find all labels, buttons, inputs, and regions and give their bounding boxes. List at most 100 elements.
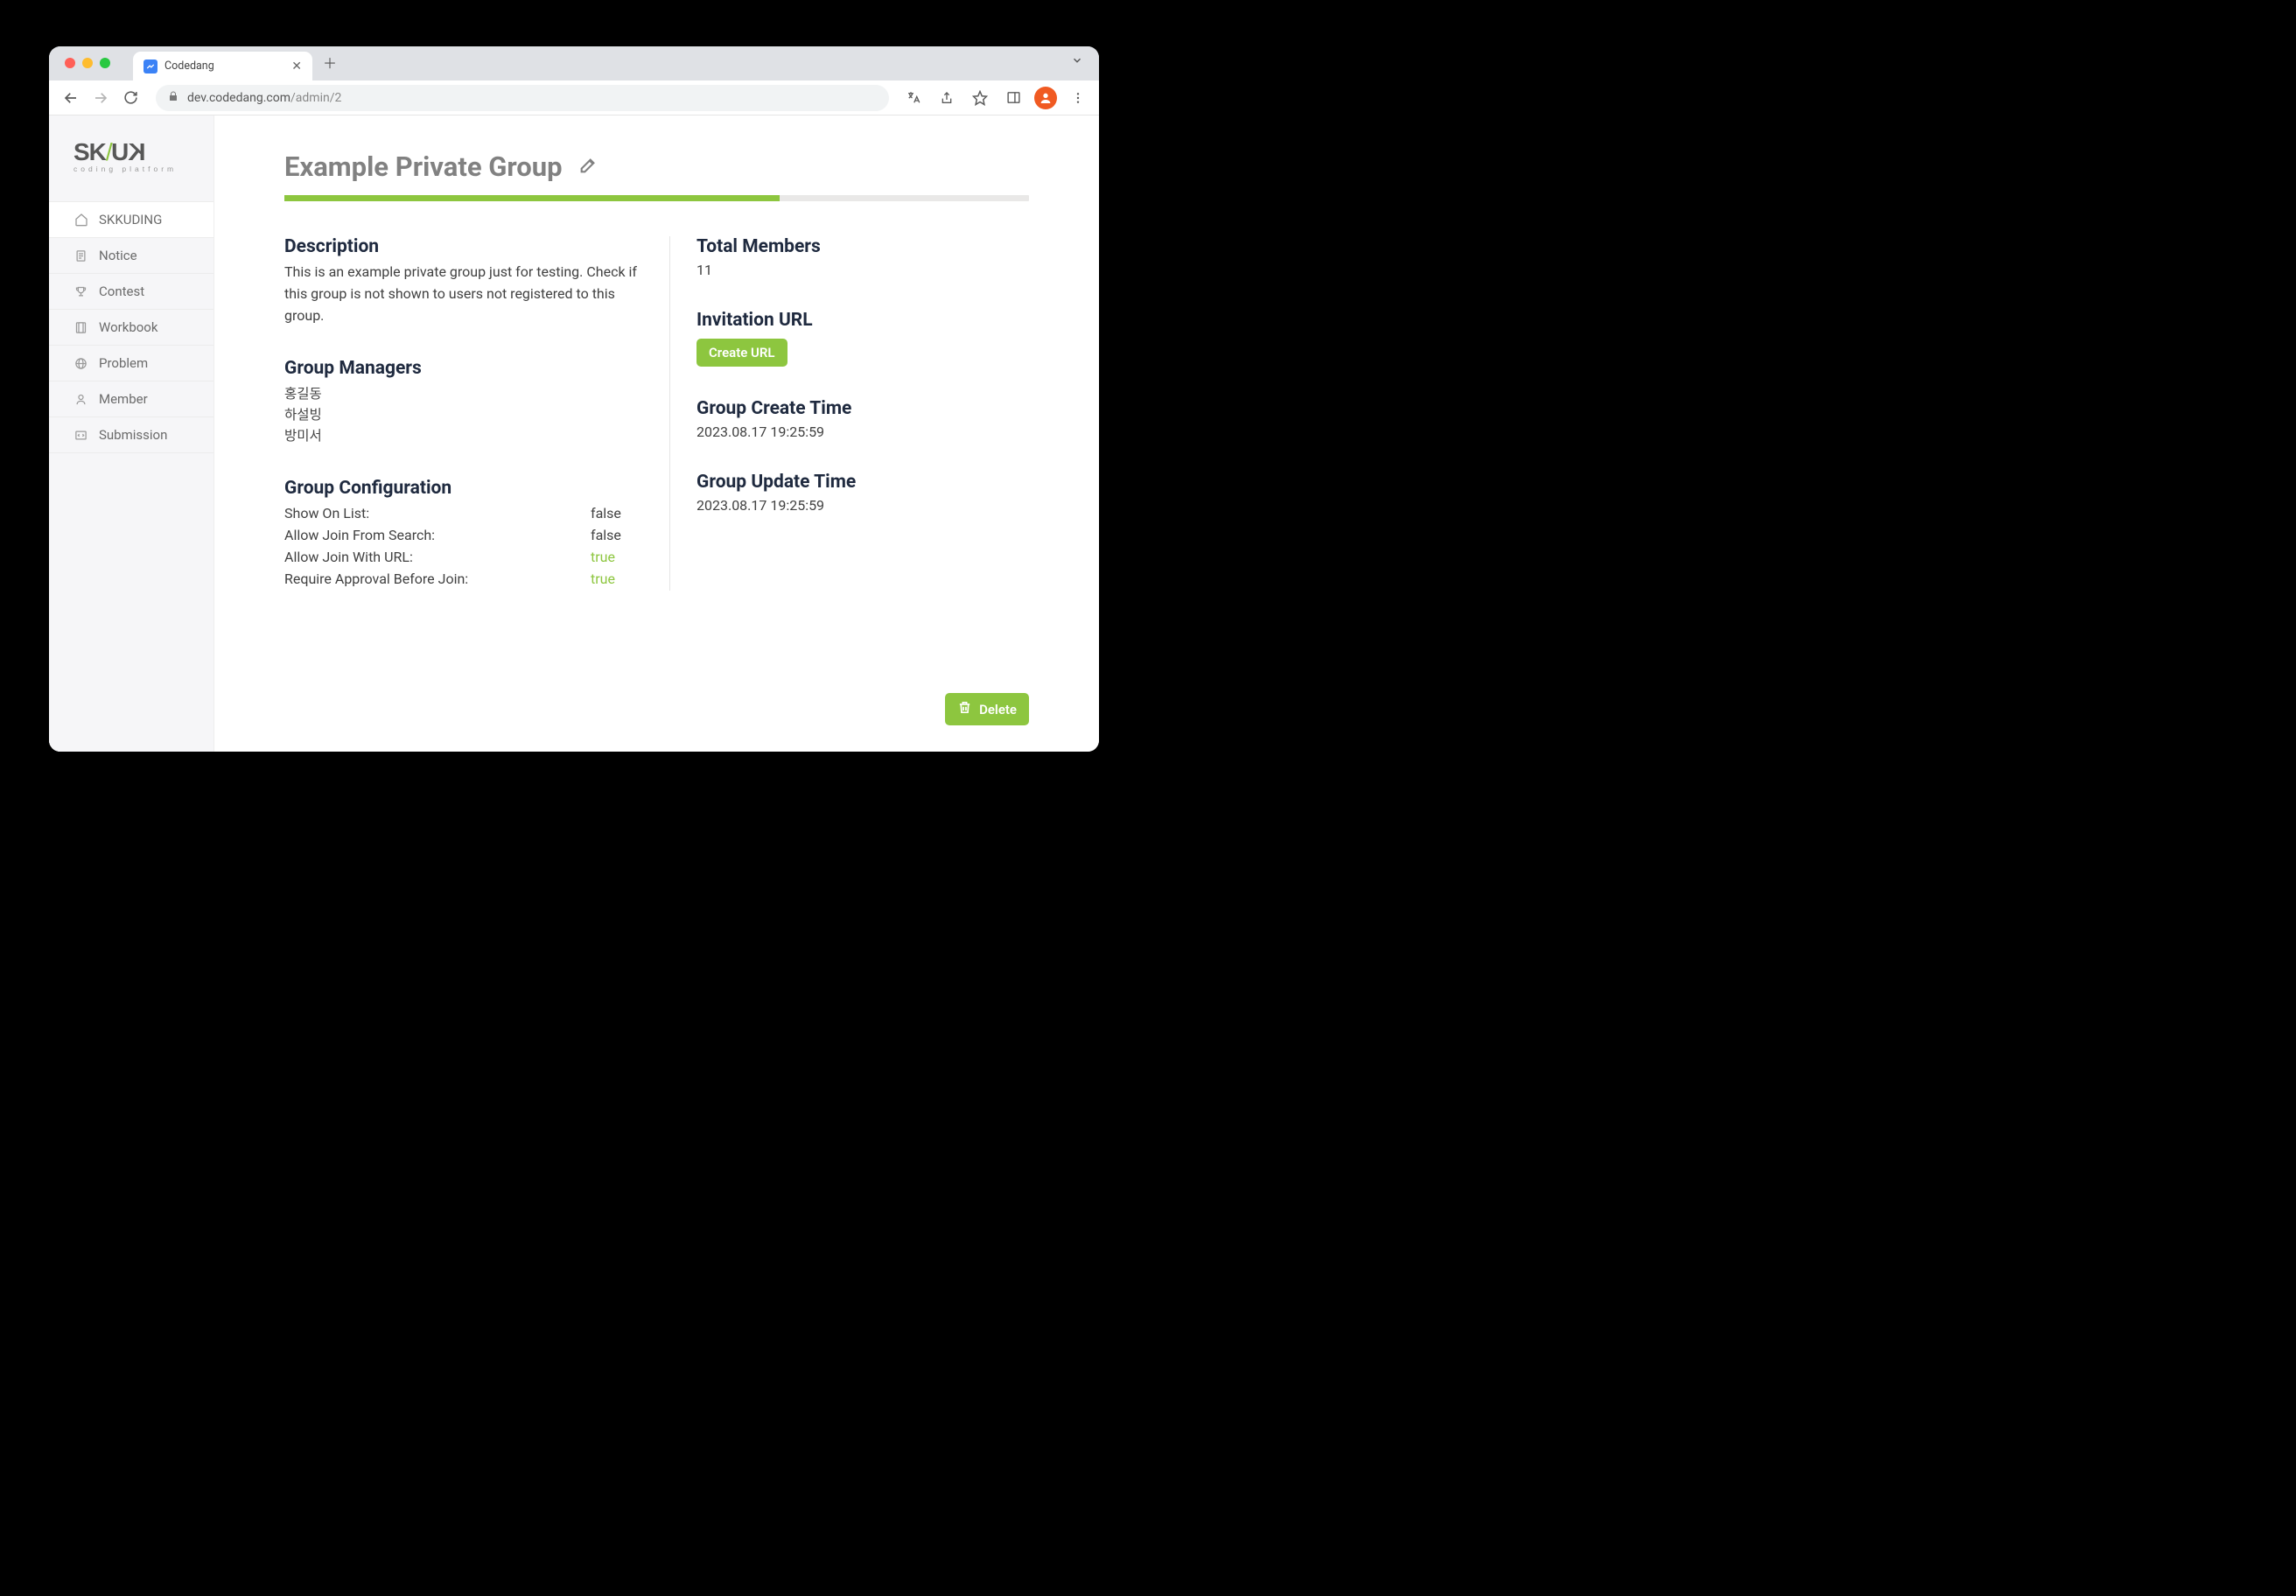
new-tab-button[interactable]: ＋ bbox=[323, 52, 337, 73]
config-table: Show On List:falseAllow Join From Search… bbox=[284, 503, 643, 590]
footer-actions: Delete bbox=[284, 649, 1029, 725]
sidebar: SK/KU coding platform SKKUDING Notice Co… bbox=[49, 116, 214, 752]
sidebar-item-skkuding[interactable]: SKKUDING bbox=[49, 201, 214, 238]
nav-back-button[interactable] bbox=[58, 85, 84, 111]
tab-bar: Codedang ✕ ＋ bbox=[49, 46, 1099, 80]
profile-avatar[interactable] bbox=[1034, 87, 1057, 109]
panel-icon[interactable] bbox=[1001, 86, 1026, 110]
sidebar-item-problem[interactable]: Problem bbox=[49, 345, 214, 382]
invitation-heading: Invitation URL bbox=[696, 310, 1029, 331]
config-row: Allow Join From Search: false bbox=[284, 525, 643, 547]
lock-icon bbox=[168, 91, 178, 104]
nav-reload-button[interactable] bbox=[117, 85, 144, 111]
config-value: false bbox=[591, 525, 643, 547]
globe-icon bbox=[74, 356, 88, 371]
config-heading: Group Configuration bbox=[284, 478, 643, 499]
page-title: Example Private Group bbox=[284, 150, 563, 183]
sidebar-item-notice[interactable]: Notice bbox=[49, 237, 214, 274]
sidebar-nav: SKKUDING Notice Contest Workbook Problem bbox=[49, 202, 214, 453]
progress-bar bbox=[284, 195, 1029, 201]
update-time-value: 2023.08.17 19:25:59 bbox=[696, 497, 1029, 514]
translate-icon[interactable] bbox=[901, 86, 926, 110]
trophy-icon bbox=[74, 284, 88, 299]
share-icon[interactable] bbox=[934, 86, 959, 110]
config-label: Allow Join From Search: bbox=[284, 525, 435, 547]
sidebar-item-member[interactable]: Member bbox=[49, 381, 214, 417]
url-host: dev.codedang.com/admin/2 bbox=[187, 91, 341, 105]
window-maximize-button[interactable] bbox=[100, 58, 110, 68]
url-input[interactable]: dev.codedang.com/admin/2 bbox=[156, 85, 889, 111]
nav-forward-button[interactable] bbox=[88, 85, 114, 111]
members-value: 11 bbox=[696, 262, 1029, 278]
sidebar-item-contest[interactable]: Contest bbox=[49, 273, 214, 310]
sidebar-item-label: Notice bbox=[99, 248, 137, 263]
manager-name: 하설빙 bbox=[284, 404, 643, 425]
columns: Description This is an example private g… bbox=[284, 236, 1029, 591]
create-time-heading: Group Create Time bbox=[696, 398, 1029, 419]
config-row: Show On List: false bbox=[284, 503, 643, 525]
toolbar-icons bbox=[901, 86, 1090, 110]
tab-close-button[interactable]: ✕ bbox=[291, 60, 302, 74]
page-header: Example Private Group bbox=[284, 150, 1029, 195]
config-label: Show On List: bbox=[284, 503, 369, 525]
browser-window: Codedang ✕ ＋ dev.codedang.com/admin/2 bbox=[49, 46, 1099, 752]
tabs-dropdown-icon[interactable] bbox=[1071, 53, 1083, 70]
home-icon bbox=[74, 213, 88, 228]
config-label: Allow Join With URL: bbox=[284, 547, 413, 569]
progress-fill bbox=[284, 195, 780, 201]
bookmark-star-icon[interactable] bbox=[968, 86, 992, 110]
address-bar: dev.codedang.com/admin/2 bbox=[49, 80, 1099, 116]
window-close-button[interactable] bbox=[65, 58, 75, 68]
right-column: Total Members 11 Invitation URL Create U… bbox=[670, 236, 1029, 591]
sidebar-item-label: Contest bbox=[99, 284, 144, 299]
user-icon bbox=[74, 392, 88, 407]
manager-list: 홍길동하설빙방미서 bbox=[284, 383, 643, 446]
content: Example Private Group Description This i… bbox=[214, 116, 1099, 752]
left-column: Description This is an example private g… bbox=[284, 236, 670, 591]
favicon-icon bbox=[144, 60, 158, 74]
logo[interactable]: SK/KU coding platform bbox=[49, 133, 214, 189]
sidebar-item-label: Problem bbox=[99, 355, 148, 371]
create-url-button[interactable]: Create URL bbox=[696, 339, 788, 367]
manager-name: 방미서 bbox=[284, 425, 643, 446]
members-section: Total Members 11 bbox=[696, 236, 1029, 278]
logo-slash: / bbox=[106, 138, 112, 165]
config-section: Group Configuration Show On List:falseAl… bbox=[284, 478, 643, 590]
managers-heading: Group Managers bbox=[284, 358, 643, 379]
description-section: Description This is an example private g… bbox=[284, 236, 643, 326]
managers-section: Group Managers 홍길동하설빙방미서 bbox=[284, 358, 643, 446]
document-icon bbox=[74, 248, 88, 263]
sidebar-item-label: Workbook bbox=[99, 319, 158, 335]
config-row: Require Approval Before Join: true bbox=[284, 569, 643, 591]
browser-tab[interactable]: Codedang ✕ bbox=[133, 52, 312, 80]
traffic-lights bbox=[65, 58, 110, 68]
tab-title: Codedang bbox=[164, 60, 214, 73]
update-time-section: Group Update Time 2023.08.17 19:25:59 bbox=[696, 472, 1029, 514]
delete-label: Delete bbox=[979, 702, 1017, 718]
config-value: true bbox=[591, 547, 643, 569]
create-time-section: Group Create Time 2023.08.17 19:25:59 bbox=[696, 398, 1029, 440]
config-value: true bbox=[591, 569, 643, 591]
delete-button[interactable]: Delete bbox=[945, 693, 1029, 725]
code-icon bbox=[74, 428, 88, 443]
members-heading: Total Members bbox=[696, 236, 1029, 257]
edit-icon[interactable] bbox=[578, 156, 598, 178]
config-label: Require Approval Before Join: bbox=[284, 569, 468, 591]
config-value: false bbox=[591, 503, 643, 525]
logo-text-right: KU bbox=[112, 138, 145, 166]
sidebar-item-workbook[interactable]: Workbook bbox=[49, 309, 214, 346]
sidebar-item-label: Submission bbox=[99, 427, 167, 443]
sidebar-item-label: Member bbox=[99, 391, 148, 407]
workbook-icon bbox=[74, 320, 88, 335]
description-heading: Description bbox=[284, 236, 643, 257]
kebab-menu-icon[interactable] bbox=[1066, 86, 1090, 110]
config-row: Allow Join With URL: true bbox=[284, 547, 643, 569]
sidebar-item-submission[interactable]: Submission bbox=[49, 416, 214, 453]
trash-icon bbox=[957, 700, 972, 718]
app-body: SK/KU coding platform SKKUDING Notice Co… bbox=[49, 116, 1099, 752]
window-minimize-button[interactable] bbox=[82, 58, 93, 68]
update-time-heading: Group Update Time bbox=[696, 472, 1029, 493]
manager-name: 홍길동 bbox=[284, 383, 643, 404]
logo-text-left: SK bbox=[74, 138, 106, 165]
create-time-value: 2023.08.17 19:25:59 bbox=[696, 424, 1029, 440]
